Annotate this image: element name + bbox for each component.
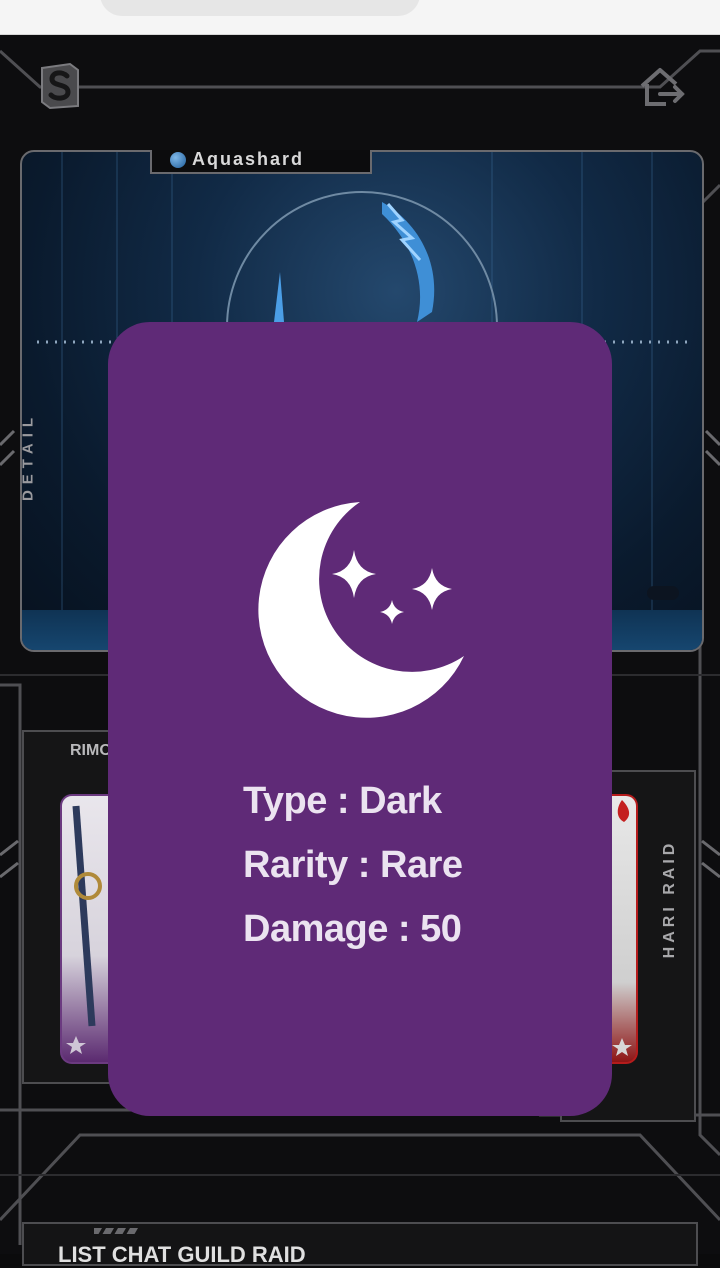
hari-raid-label: HARI RAID bbox=[661, 839, 678, 959]
detail-side-tab[interactable]: DETAIL bbox=[6, 378, 50, 538]
star-icon bbox=[66, 1036, 86, 1054]
bar-stripes bbox=[94, 1228, 138, 1234]
fire-element-icon bbox=[617, 800, 630, 822]
chat-guild-raid-title: LIST CHAT GUILD RAID bbox=[58, 1242, 306, 1267]
stat-type: Type : Dark bbox=[243, 780, 442, 822]
stat-rarity: Rarity : Rare bbox=[243, 844, 463, 886]
weapon-card-left-name: RIMO bbox=[70, 742, 112, 759]
moon-stars-icon bbox=[258, 502, 464, 718]
star-icon bbox=[612, 1038, 632, 1056]
water-element-icon bbox=[170, 152, 186, 168]
character-name: Aquashard bbox=[192, 149, 305, 169]
home-exit-icon[interactable] bbox=[638, 64, 686, 110]
browser-address-pill[interactable] bbox=[100, 0, 420, 16]
detail-label: DETAIL bbox=[19, 411, 37, 502]
hari-raid-side-tab[interactable]: HARI RAID bbox=[650, 820, 690, 980]
stat-damage: Damage : 50 bbox=[243, 908, 462, 950]
logo-icon[interactable] bbox=[40, 62, 80, 110]
